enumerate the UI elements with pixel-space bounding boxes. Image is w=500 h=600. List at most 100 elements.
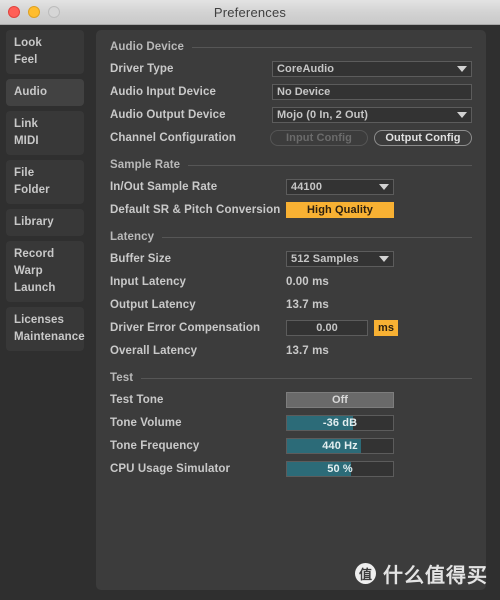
section-title-sample-rate: Sample Rate (110, 159, 181, 171)
sidebar-item-launch[interactable]: Launch (6, 280, 84, 297)
sidebar-item-folder[interactable]: Folder (6, 182, 84, 199)
row-buffer-size: Buffer Size 512 Samples (110, 248, 472, 269)
sidebar-item-warp[interactable]: Warp (6, 263, 84, 280)
control-test-tone: Off (286, 391, 472, 408)
chevron-down-icon (457, 111, 467, 118)
preferences-content-panel: Audio Device Driver Type CoreAudio Audio… (96, 30, 486, 590)
row-audio-input-device: Audio Input Device No Device (110, 81, 472, 102)
label-buffer-size: Buffer Size (110, 252, 172, 265)
sidebar-group-record-warp-launch[interactable]: Record Warp Launch (6, 241, 84, 302)
in-out-sample-rate-value: 44100 (291, 180, 323, 193)
label-default-sr-pitch-conversion: Default SR & Pitch Conversion (110, 203, 281, 216)
row-output-latency: Output Latency 13.7 ms (110, 294, 472, 315)
section-title-test: Test (110, 372, 134, 384)
control-overall-latency: 13.7 ms (286, 345, 472, 357)
row-input-latency: Input Latency 0.00 ms (110, 271, 472, 292)
tone-frequency-slider[interactable]: 440 Hz (286, 437, 394, 454)
row-default-sr-pitch-conversion: Default SR & Pitch Conversion High Quali… (110, 199, 472, 220)
buffer-size-dropdown[interactable]: 512 Samples (286, 250, 394, 267)
control-tone-frequency: 440 Hz (286, 437, 472, 454)
input-config-button: Input Config (270, 129, 368, 146)
section-divider (162, 236, 472, 238)
label-test-tone: Test Tone (110, 393, 164, 406)
test-tone-toggle[interactable]: Off (286, 391, 394, 408)
tone-volume-value: -36 dB (322, 416, 358, 429)
watermark-logo-icon: 值 (355, 563, 376, 584)
buffer-size-value: 512 Samples (291, 252, 359, 265)
control-in-out-sample-rate: 44100 (286, 178, 472, 195)
preferences-sidebar: Look Feel Audio Link MIDI File Folder Li… (0, 25, 90, 600)
audio-input-device-value: No Device (277, 85, 331, 98)
label-overall-latency: Overall Latency (110, 344, 198, 357)
watermark-text: 什么值得买 (383, 563, 488, 587)
control-tone-volume: -36 dB (286, 414, 472, 431)
sidebar-item-link[interactable]: Link (6, 116, 84, 133)
row-cpu-usage-simulator: CPU Usage Simulator 50 % (110, 458, 472, 479)
sidebar-item-record[interactable]: Record (6, 246, 84, 263)
sidebar-group-library[interactable]: Library (6, 209, 84, 236)
chevron-down-icon (379, 183, 389, 190)
label-output-latency: Output Latency (110, 298, 196, 311)
section-header-audio-device: Audio Device (110, 38, 472, 56)
row-channel-configuration: Channel Configuration Input Config Outpu… (110, 127, 472, 148)
audio-input-device-field[interactable]: No Device (272, 83, 472, 100)
sidebar-item-file[interactable]: File (6, 165, 84, 182)
section-header-latency: Latency (110, 228, 472, 246)
control-cpu-usage-simulator: 50 % (286, 460, 472, 477)
sidebar-item-library[interactable]: Library (6, 214, 84, 231)
row-overall-latency: Overall Latency 13.7 ms (110, 340, 472, 361)
sidebar-group-file-folder[interactable]: File Folder (6, 160, 84, 204)
sidebar-item-feel[interactable]: Feel (6, 52, 84, 69)
row-tone-frequency: Tone Frequency 440 Hz (110, 435, 472, 456)
output-latency-value: 13.7 ms (286, 298, 329, 311)
control-driver-error-compensation: 0.00 ms (286, 319, 472, 336)
driver-error-compensation-input[interactable]: 0.00 (286, 319, 368, 336)
sidebar-item-look[interactable]: Look (6, 35, 84, 52)
label-channel-configuration: Channel Configuration (110, 131, 237, 144)
site-watermark: 值 什么值得买 (355, 559, 488, 588)
section-divider (192, 46, 472, 48)
sidebar-item-maintenance[interactable]: Maintenance (6, 329, 85, 346)
in-out-sample-rate-dropdown[interactable]: 44100 (286, 178, 394, 195)
row-driver-type: Driver Type CoreAudio (110, 58, 472, 79)
sidebar-item-licenses[interactable]: Licenses (6, 312, 84, 329)
tone-frequency-value: 440 Hz (322, 439, 358, 452)
driver-type-dropdown[interactable]: CoreAudio (272, 60, 472, 77)
audio-output-device-dropdown[interactable]: Mojo (0 In, 2 Out) (272, 106, 472, 123)
row-in-out-sample-rate: In/Out Sample Rate 44100 (110, 176, 472, 197)
cpu-usage-simulator-slider[interactable]: 50 % (286, 460, 394, 477)
row-driver-error-compensation: Driver Error Compensation 0.00 ms (110, 317, 472, 338)
section-audio-device: Audio Device Driver Type CoreAudio Audio… (110, 38, 472, 148)
sidebar-group-look-feel[interactable]: Look Feel (6, 30, 84, 74)
driver-type-value: CoreAudio (277, 62, 335, 75)
chevron-down-icon (457, 65, 467, 72)
sidebar-group-licenses-maintenance[interactable]: Licenses Maintenance (6, 307, 85, 351)
driver-error-compensation-unit-badge[interactable]: ms (374, 319, 398, 336)
sidebar-item-audio[interactable]: Audio (6, 84, 84, 101)
default-sr-pitch-conversion-toggle[interactable]: High Quality (286, 201, 394, 218)
control-channel-configuration: Input Config Output Config (270, 129, 472, 146)
output-config-button[interactable]: Output Config (374, 129, 472, 146)
section-divider (141, 377, 472, 379)
row-test-tone: Test Tone Off (110, 389, 472, 410)
control-input-latency: 0.00 ms (286, 276, 472, 288)
window-title: Preferences (213, 5, 287, 20)
section-header-sample-rate: Sample Rate (110, 156, 472, 174)
label-cpu-usage-simulator: CPU Usage Simulator (110, 462, 231, 475)
control-audio-output-device: Mojo (0 In, 2 Out) (272, 106, 472, 123)
section-divider (188, 164, 472, 166)
label-tone-frequency: Tone Frequency (110, 439, 200, 452)
section-latency: Latency Buffer Size 512 Samples Input La… (110, 228, 472, 361)
section-sample-rate: Sample Rate In/Out Sample Rate 44100 Def… (110, 156, 472, 220)
label-tone-volume: Tone Volume (110, 416, 182, 429)
row-tone-volume: Tone Volume -36 dB (110, 412, 472, 433)
label-input-latency: Input Latency (110, 275, 187, 288)
sidebar-group-audio[interactable]: Audio (6, 79, 84, 106)
cpu-usage-simulator-value: 50 % (327, 462, 353, 475)
section-title-audio-device: Audio Device (110, 41, 185, 53)
tone-volume-slider[interactable]: -36 dB (286, 414, 394, 431)
input-latency-value: 0.00 ms (286, 275, 329, 288)
sidebar-group-link-midi[interactable]: Link MIDI (6, 111, 84, 155)
sidebar-item-midi[interactable]: MIDI (6, 133, 84, 150)
chevron-down-icon (379, 255, 389, 262)
